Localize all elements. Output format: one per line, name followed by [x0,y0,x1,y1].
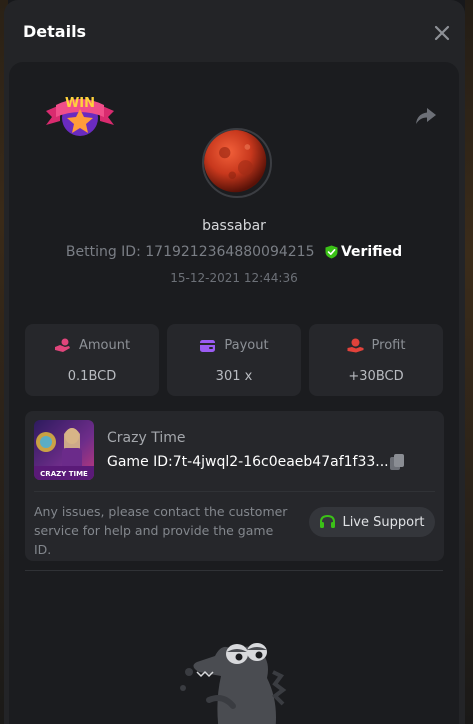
player-username: bassabar [202,218,266,234]
modal-title: Details [23,22,87,41]
hand-coins-icon [54,338,70,352]
copy-game-id-button[interactable] [389,453,405,471]
support-message: Any issues, please contact the customer … [34,504,288,557]
panel-divider [25,570,443,571]
avatar-moon-image [204,130,267,193]
live-support-label: Live Support [342,514,425,530]
verified-shield-icon [325,245,338,259]
wallet-icon [200,340,216,352]
game-id-label: Game ID: [107,454,173,470]
live-support-button[interactable]: Live Support [309,507,435,537]
amount-value: 0.1BCD [67,369,117,384]
headset-icon [320,514,336,528]
game-id: Game ID:7t-4jwql2-16c0eaeb47af1f33... [107,454,389,470]
win-text: WIN [65,96,95,111]
amount-card: Amount 0.1BCD [25,324,159,396]
betting-id-label: Betting ID: [65,244,141,260]
payout-value: 301 x [215,369,253,384]
verified-label: Verified [340,244,403,260]
game-card: CRAZY TIME Crazy Time Game ID:7t-4jwql2-… [25,411,444,561]
payout-card: Payout 301 x [167,324,301,396]
betting-id-row: Betting ID: 1719212364880094215 Verified [9,244,459,260]
copy-icon [390,454,404,470]
background-page-right [465,0,473,724]
hand-money-icon [347,338,364,353]
amount-label: Amount [78,338,131,353]
close-icon [434,25,450,41]
game-name: Crazy Time [107,430,186,446]
win-badge-icon: WIN [46,96,114,136]
crocodile-mascot-image [180,643,287,724]
payout-label: Payout [224,338,269,353]
bet-detail-panel: WIN bassabar Betting ID: 171921236488009… [9,62,459,724]
share-arrow-icon [416,108,436,124]
share-button[interactable] [415,106,437,126]
profit-label: Profit [371,338,406,353]
game-thumbnail[interactable]: CRAZY TIME [34,420,94,480]
game-id-value: 7t-4jwql2-16c0eaeb47af1f33... [172,454,389,470]
crazy-time-thumbnail-image: CRAZY TIME [34,420,94,480]
game-card-divider [34,491,435,492]
thumb-title: CRAZY TIME [40,470,88,478]
crocodile-mascot [175,632,295,724]
profit-value: +30BCD [348,369,404,384]
bet-timestamp: 15-12-2021 12:44:36 [170,271,298,285]
win-badge: WIN [44,85,116,141]
betting-id-value: 1719212364880094215 [145,244,315,260]
verified-badge: Verified [325,244,402,260]
details-modal: Details WIN bassabar Betting ID: 1719212… [4,0,465,724]
profit-card: Profit +30BCD [309,324,443,396]
avatar [202,128,272,198]
close-button[interactable] [433,24,451,42]
